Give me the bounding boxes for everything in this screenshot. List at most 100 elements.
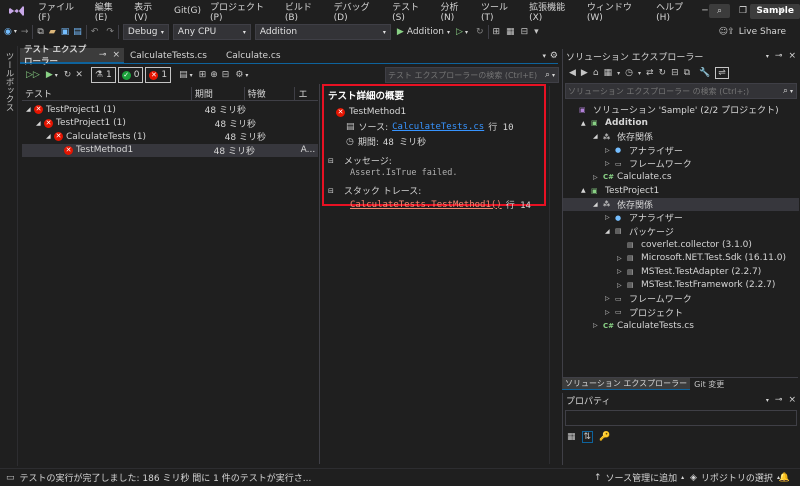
tab-test-explorer[interactable]: テスト エクスプローラー ⊸ × <box>20 45 124 67</box>
solution-tree-item[interactable]: ▤ coverlet.collector (3.1.0) <box>563 238 799 252</box>
pending-changes-icon[interactable]: ◷ <box>625 68 633 78</box>
menu-build[interactable]: ビルド(B) <box>285 0 325 23</box>
tab-overflow-icon[interactable]: ▾ <box>542 52 546 60</box>
visual-studio-logo[interactable] <box>8 4 26 18</box>
settings-icon[interactable]: ⚙ <box>235 70 243 80</box>
close-icon[interactable]: × <box>112 50 120 60</box>
expand-arrow-icon[interactable]: ◢ <box>593 133 603 140</box>
group-by-icon[interactable]: ⊞ <box>199 70 207 80</box>
solution-tree-item[interactable]: ▷ ▭ フレームワーク <box>563 292 799 306</box>
toolbar-tool3-icon[interactable]: ⊟ <box>521 27 529 37</box>
table-row[interactable]: ◢ ✕ TestProject1 (1) 48 ミリ秒 <box>22 117 318 131</box>
home-icon[interactable]: ⌂ <box>593 68 599 78</box>
expand-arrow-icon[interactable]: ▷ <box>605 295 615 302</box>
solution-tree-item[interactable]: ◢ ⁂ 依存関係 <box>563 130 799 144</box>
expand-arrow-icon[interactable]: ▷ <box>593 322 603 329</box>
open-folder-icon[interactable]: ▰ <box>49 27 56 37</box>
search-icon[interactable]: ⌕ <box>783 86 788 96</box>
dropdown-arrow-icon[interactable]: ▾ <box>638 70 641 77</box>
menu-file[interactable]: ファイル(F) <box>38 0 86 23</box>
property-pages-icon[interactable]: 🔑 <box>599 432 610 442</box>
status-message[interactable]: テストの実行が完了しました: 186 ミリ秒 間に 1 件のテストが実行さ... <box>20 471 312 484</box>
column-duration[interactable]: 期間 <box>190 86 244 100</box>
categorized-icon[interactable]: ▦ <box>567 432 576 442</box>
column-traits[interactable]: 特徴 <box>243 86 295 100</box>
menu-git[interactable]: Git(G) <box>174 6 201 16</box>
tab-calculate-tests[interactable]: CalculateTests.cs <box>124 49 220 63</box>
solution-search-box[interactable]: ⌕ ▾ <box>565 83 797 99</box>
collapse-all-icon[interactable]: ⊟ <box>222 70 230 80</box>
tab-solution-explorer[interactable]: ソリューション エクスプローラー <box>562 378 691 390</box>
solution-tree-item[interactable]: ▲ ▣ Addition <box>563 117 799 131</box>
menu-debug[interactable]: デバッグ(D) <box>334 0 383 23</box>
expand-arrow-icon[interactable]: ▷ <box>605 214 615 221</box>
collapse-icon[interactable]: ⊟ <box>328 157 334 165</box>
tab-git-changes[interactable]: Git 変更 <box>690 379 728 390</box>
configuration-dropdown[interactable]: Debug ▾ <box>122 24 169 40</box>
expand-arrow-icon[interactable]: ▷ <box>605 160 615 167</box>
total-count[interactable]: 1 <box>106 70 112 80</box>
platform-dropdown[interactable]: Any CPU ▾ <box>172 24 251 40</box>
collapse-icon[interactable]: ⊟ <box>328 187 334 195</box>
menu-extensions[interactable]: 拡張機能(X) <box>529 0 578 23</box>
alphabetical-icon[interactable]: ⇅ <box>581 431 594 443</box>
solution-tree-item[interactable]: ▷ ▭ プロジェクト <box>563 306 799 320</box>
notification-bell-icon[interactable]: 🔔 <box>779 473 790 483</box>
column-error[interactable]: エ <box>294 86 318 100</box>
show-all-files-icon[interactable]: ⧉ <box>684 68 690 78</box>
source-file-link[interactable]: CalculateTests.cs <box>392 122 484 132</box>
column-test[interactable]: テスト <box>22 87 191 100</box>
expand-arrow-icon[interactable]: ▷ <box>617 255 627 262</box>
vertical-scrollbar[interactable] <box>549 86 558 464</box>
dropdown-arrow-icon[interactable]: ▾ <box>14 29 17 35</box>
expand-arrow-icon[interactable]: ▷ <box>617 282 627 289</box>
chevron-down-icon[interactable]: ▾ <box>790 88 793 95</box>
feedback-icon[interactable]: ☺ <box>719 27 728 37</box>
forward-icon[interactable]: ▶ <box>581 68 588 78</box>
expanded-arrow-icon[interactable]: ◢ <box>26 106 34 113</box>
back-icon[interactable]: ◉ <box>4 27 12 37</box>
expand-arrow-icon[interactable]: ▲ <box>581 120 591 127</box>
close-icon[interactable]: × <box>788 395 796 405</box>
menu-edit[interactable]: 編集(E) <box>95 0 125 23</box>
dropdown-arrow-icon[interactable]: ▾ <box>617 70 620 77</box>
forward-icon[interactable]: → <box>21 27 29 37</box>
tab-calculate[interactable]: Calculate.cs <box>220 49 316 63</box>
menu-window[interactable]: ウィンドウ(W) <box>587 0 647 23</box>
expanded-arrow-icon[interactable]: ◢ <box>46 133 54 140</box>
back-icon[interactable]: ◀ <box>569 68 576 78</box>
solution-tree-item[interactable]: ▷ ▤ MSTest.TestAdapter (2.2.7) <box>563 265 799 279</box>
sync-icon[interactable]: ⇄ <box>646 68 654 78</box>
solution-tree-item[interactable]: ▷ ● アナライザー <box>563 211 799 225</box>
solution-tree-item[interactable]: ▷ C# Calculate.cs <box>563 171 799 185</box>
chevron-down-icon[interactable]: ▾ <box>552 72 555 79</box>
new-project-icon[interactable]: ⧉ <box>37 27 43 37</box>
solution-tree-item[interactable]: ▷ ▤ Microsoft.NET.Test.Sdk (16.11.0) <box>563 252 799 266</box>
properties-wrench-icon[interactable]: 🔧 <box>699 68 710 78</box>
expand-arrow-icon[interactable]: ◢ <box>593 201 603 208</box>
solution-tree-item[interactable]: ▷ C# CalculateTests.cs <box>563 319 799 333</box>
run-all-icon[interactable]: ▷▷ <box>26 70 40 80</box>
solution-tree-item[interactable]: ▷ ▤ MSTest.TestFramework (2.2.7) <box>563 279 799 293</box>
solution-search-input[interactable] <box>566 85 783 97</box>
preview-selected-icon[interactable]: ⇌ <box>715 67 729 79</box>
settings-gear-icon[interactable]: ⚙ <box>550 51 558 61</box>
startup-project-dropdown[interactable]: Addition ▾ <box>254 24 391 40</box>
chevron-down-icon[interactable]: ▾ <box>766 397 769 404</box>
test-search-input[interactable] <box>386 69 543 81</box>
menu-tools[interactable]: ツール(T) <box>481 0 520 23</box>
start-debugging-button[interactable]: ▶ Addition ▾ <box>397 27 450 37</box>
solution-tree-item[interactable]: ▣ ソリューション 'Sample' (2/2 プロジェクト) <box>563 103 799 117</box>
expand-all-icon[interactable]: ⊕ <box>210 70 218 80</box>
toolbar-tool-icon[interactable]: ⊞ <box>493 27 501 37</box>
maximize-icon[interactable]: ❐ <box>724 6 762 16</box>
cancel-run-icon[interactable]: ✕ <box>75 70 83 80</box>
dropdown-arrow-icon[interactable]: ▾ <box>190 72 193 79</box>
menu-view[interactable]: 表示(V) <box>134 0 165 23</box>
chevron-down-icon[interactable]: ▾ <box>766 53 769 60</box>
expand-arrow-icon[interactable]: ▷ <box>605 309 615 316</box>
collapse-all-icon[interactable]: ⊟ <box>671 68 679 78</box>
search-icon[interactable]: ⌕ <box>545 70 550 80</box>
solution-tree-item[interactable]: ▲ ▣ TestProject1 <box>563 184 799 198</box>
redo-icon[interactable]: ↷ <box>106 27 114 37</box>
